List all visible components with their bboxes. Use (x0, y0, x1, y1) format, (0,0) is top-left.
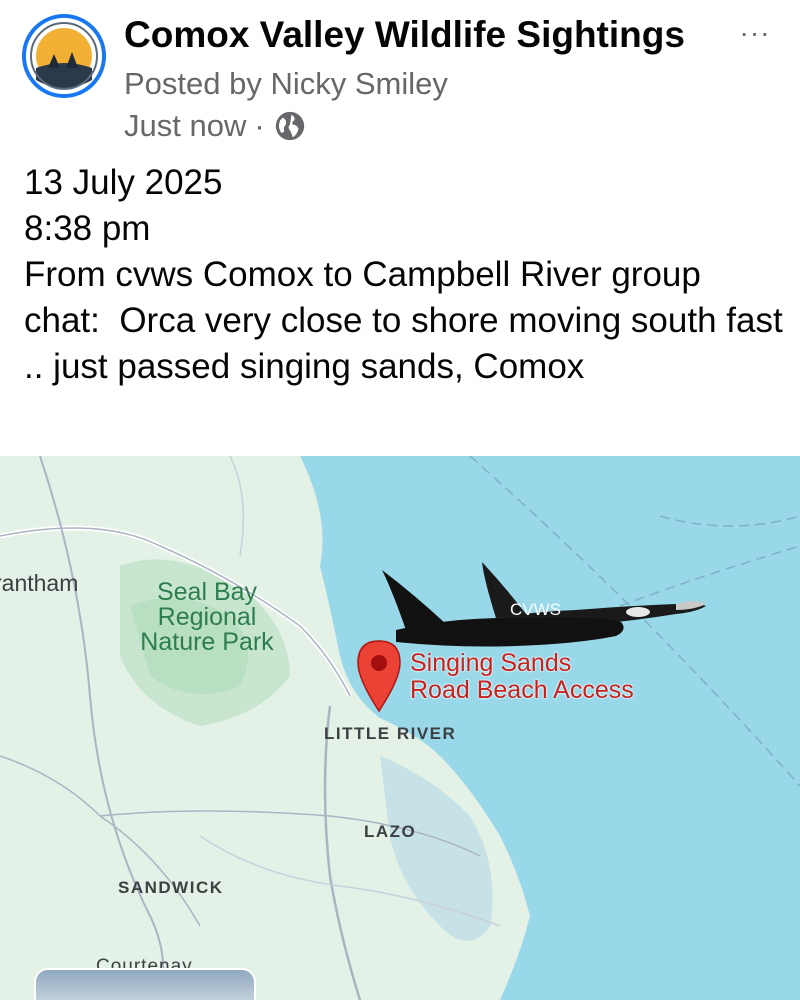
map-label-seal-bay-park: Seal Bay Regional Nature Park (132, 580, 282, 655)
post-date: 13 July 2025 (24, 163, 223, 202)
place-label-line: Road Beach Access (410, 676, 634, 704)
globe-icon (275, 111, 304, 141)
post-text: 13 July 2025 8:38 pm From cvws Comox to … (24, 160, 784, 390)
post-meta: Just now · (124, 108, 307, 144)
ellipsis-icon: ··· (739, 17, 771, 48)
group-name[interactable]: Comox Valley Wildlife Sightings (124, 14, 685, 56)
map-label-sandwick: SANDWICK (118, 878, 224, 897)
post-time: 8:38 pm (24, 209, 151, 248)
meta-separator: · (254, 108, 265, 143)
map-label-singing-sands: Singing Sands Road Beach Access (410, 650, 634, 704)
park-label-line: Seal Bay (156, 578, 258, 606)
post-header: Comox Valley Wildlife Sightings ··· Post… (0, 0, 800, 152)
map-label-lazo: LAZO (364, 822, 417, 841)
map-label-grantham: rantham (0, 570, 79, 596)
group-logo-icon (26, 18, 102, 94)
map-image[interactable]: rantham Seal Bay Regional Nature Park CV… (0, 456, 800, 1000)
timestamp[interactable]: Just now (124, 108, 246, 144)
group-avatar[interactable] (22, 14, 106, 98)
location-pin-icon[interactable] (356, 639, 402, 713)
post-message: From cvws Comox to Campbell River group … (24, 255, 793, 386)
more-options-button[interactable]: ··· (732, 18, 778, 58)
map-label-little-river: LITTLE RIVER (324, 724, 457, 743)
orca-watermark: CVWS (510, 600, 561, 619)
place-label-line: Singing Sands (410, 649, 572, 677)
park-label-line: Nature Park (140, 628, 274, 656)
posted-by[interactable]: Posted by Nicky Smiley (124, 66, 448, 102)
attached-photo-thumbnail[interactable] (34, 968, 256, 1000)
park-label-line: Regional (157, 603, 257, 631)
